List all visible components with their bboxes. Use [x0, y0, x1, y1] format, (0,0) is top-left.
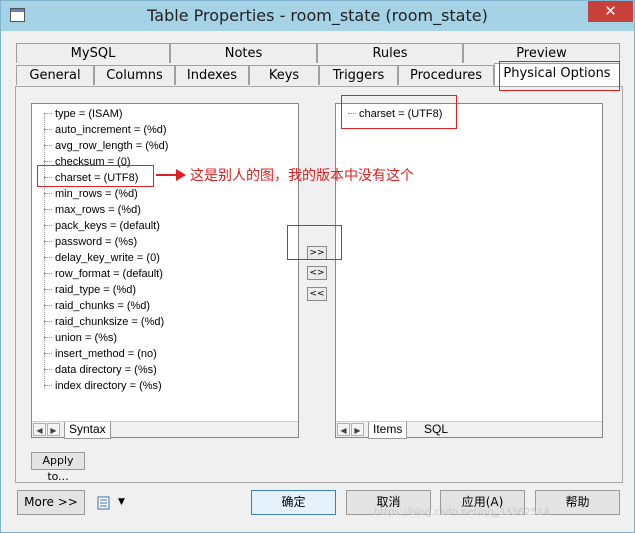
subtab-sql[interactable]: SQL: [420, 422, 452, 438]
properties-menu-icon[interactable]: [97, 495, 111, 510]
tab-indexes[interactable]: Indexes: [175, 65, 249, 85]
tree-item-index-directory[interactable]: index directory = (%s): [44, 378, 162, 394]
ok-button[interactable]: 确定: [251, 490, 336, 515]
tree-item-data-directory[interactable]: data directory = (%s): [44, 362, 157, 378]
window-title: Table Properties - room_state (room_stat…: [147, 6, 488, 25]
scroll-left-icon[interactable]: ◀: [33, 423, 46, 436]
tree-item-raid-type[interactable]: raid_type = (%d): [44, 282, 136, 298]
subtab-syntax[interactable]: Syntax: [64, 422, 111, 439]
tree-item-raid-chunks[interactable]: raid_chunks = (%d): [44, 298, 150, 314]
annotation-box-physical-tab: [499, 61, 620, 91]
tab-procedures[interactable]: Procedures: [398, 65, 494, 85]
selected-options-list[interactable]: charset = (UTF8) ◀ ▶ Items SQL: [335, 103, 603, 439]
tab-keys[interactable]: Keys: [249, 65, 319, 85]
available-options-list[interactable]: type = (ISAM) auto_increment = (%d) avg_…: [31, 103, 299, 439]
tree-item-delay-key-write[interactable]: delay_key_write = (0): [44, 250, 160, 266]
tab-notes[interactable]: Notes: [170, 43, 317, 63]
list-icon: [97, 496, 110, 510]
annotation-box-add-button: [287, 225, 342, 260]
tree-item-pack-keys[interactable]: pack_keys = (default): [44, 218, 160, 234]
tab-rules[interactable]: Rules: [317, 43, 463, 63]
apply-to-button[interactable]: Apply to...: [31, 452, 85, 483]
table-properties-window: Table Properties - room_state (room_stat…: [0, 0, 635, 533]
watermark: https://blog.csdn.net/qq_33362514: [374, 507, 550, 518]
tree-item-min-rows[interactable]: min_rows = (%d): [44, 186, 138, 202]
annotation-arrow-icon: [156, 169, 186, 181]
close-button[interactable]: ✕: [588, 1, 633, 22]
tree-item-max-rows[interactable]: max_rows = (%d): [44, 202, 141, 218]
more-button[interactable]: More >>: [17, 490, 85, 515]
tree-item-union[interactable]: union = (%s): [44, 330, 117, 346]
tab-columns[interactable]: Columns: [94, 65, 175, 85]
tree-item-password[interactable]: password = (%s): [44, 234, 137, 250]
right-horizontal-scrollbar[interactable]: ◀ ▶ Items SQL: [336, 421, 602, 439]
tab-triggers[interactable]: Triggers: [319, 65, 398, 85]
left-horizontal-scrollbar[interactable]: ◀ ▶ Syntax: [32, 421, 298, 439]
tab-general[interactable]: General: [16, 65, 94, 85]
tree-item-insert-method[interactable]: insert_method = (no): [44, 346, 157, 362]
tab-preview[interactable]: Preview: [463, 43, 620, 63]
tab-mysql[interactable]: MySQL: [16, 43, 170, 63]
scroll-right-icon[interactable]: ▶: [351, 423, 364, 436]
tree-item-avg-row-length[interactable]: avg_row_length = (%d): [44, 138, 168, 154]
tree-item-raid-chunksize[interactable]: raid_chunksize = (%d): [44, 314, 164, 330]
title-bar[interactable]: Table Properties - room_state (room_stat…: [1, 1, 634, 31]
annotation-text: 这是别人的图，我的版本中没有这个: [190, 168, 414, 184]
swap-option-button[interactable]: <>: [307, 266, 327, 280]
remove-option-button[interactable]: <<: [307, 287, 327, 301]
annotation-box-left-charset: [37, 165, 154, 187]
subtab-items[interactable]: Items: [368, 422, 408, 439]
tree-item-auto-increment[interactable]: auto_increment = (%d): [44, 122, 167, 138]
tree-item-row-format[interactable]: row_format = (default): [44, 266, 163, 282]
annotation-box-right-charset: [341, 95, 457, 129]
dropdown-arrow-icon[interactable]: ▼: [118, 497, 125, 507]
tree-item-type[interactable]: type = (ISAM): [44, 106, 123, 122]
scroll-left-icon[interactable]: ◀: [337, 423, 350, 436]
scroll-right-icon[interactable]: ▶: [47, 423, 60, 436]
